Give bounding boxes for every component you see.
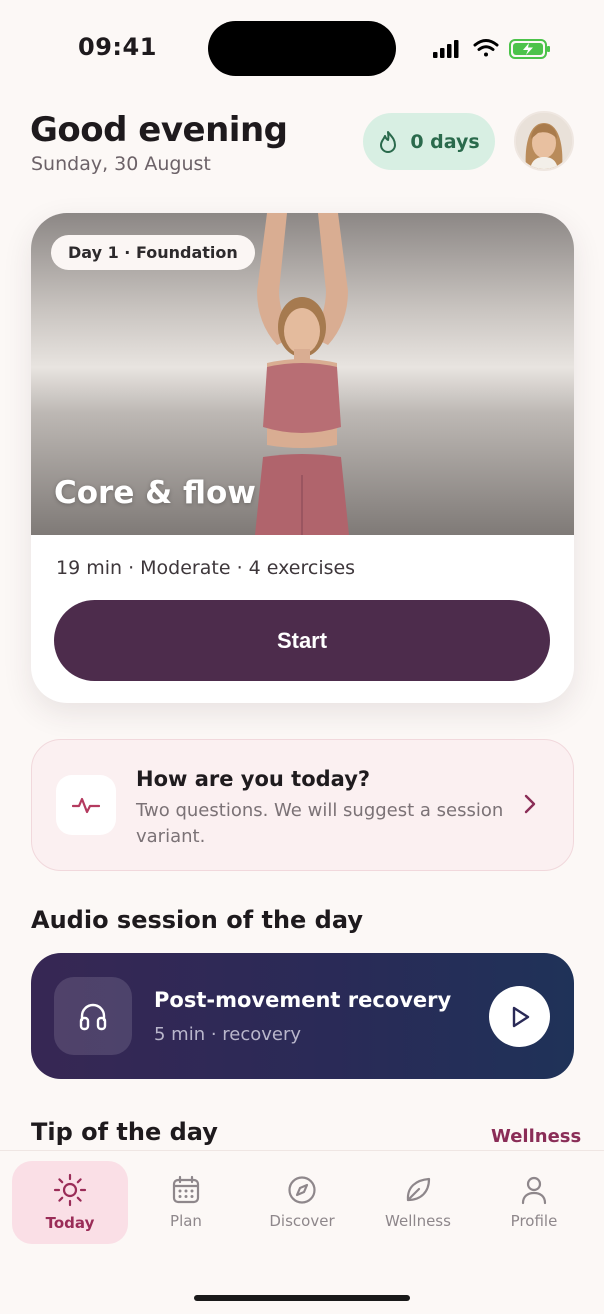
- calendar-icon: [172, 1175, 200, 1204]
- workout-card[interactable]: Day 1 · Foundation Core & flow 19 min · …: [31, 213, 574, 703]
- audio-title: Post-movement recovery: [154, 988, 452, 1012]
- status-time: 09:41: [78, 33, 157, 61]
- tab-label-profile: Profile: [510, 1212, 558, 1230]
- day-chip: Day 1 · Foundation: [51, 235, 255, 270]
- play-button[interactable]: [489, 986, 550, 1047]
- date-label: Sunday, 30 August: [31, 153, 211, 175]
- tip-section-title: Tip of the day: [31, 1118, 218, 1146]
- avatar-image: [516, 113, 572, 169]
- workout-meta: 19 min · Moderate · 4 exercises: [56, 557, 356, 579]
- compass-icon: [288, 1176, 316, 1204]
- home-indicator: [194, 1295, 410, 1301]
- audio-section-title: Audio session of the day: [31, 906, 363, 934]
- checkin-title: How are you today?: [136, 767, 371, 791]
- tab-label-wellness: Wellness: [385, 1212, 451, 1230]
- tip-category-link[interactable]: Wellness: [491, 1126, 581, 1147]
- audio-meta: 5 min · recovery: [154, 1024, 302, 1045]
- tab-label-today: Today: [45, 1214, 95, 1232]
- streak-count: 0 days: [410, 130, 480, 153]
- play-icon: [512, 1006, 529, 1027]
- status-icons: [433, 39, 550, 59]
- tab-label-plan: Plan: [170, 1212, 202, 1230]
- workout-title: Core & flow: [54, 475, 256, 511]
- wifi-icon: [473, 39, 499, 57]
- tab-bar: Today Plan Discover Wellness Profile: [0, 1150, 604, 1314]
- tab-discover[interactable]: Discover: [244, 1161, 360, 1244]
- dynamic-island: [208, 21, 396, 76]
- flame-icon: [380, 130, 397, 153]
- workout-image: Day 1 · Foundation Core & flow: [31, 213, 574, 535]
- start-button[interactable]: Start: [54, 600, 550, 681]
- streak-badge[interactable]: 0 days: [363, 113, 495, 170]
- checkin-icon-box: [56, 775, 116, 835]
- checkin-card[interactable]: How are you today? Two questions. We wil…: [31, 739, 574, 871]
- chevron-right-icon: [524, 794, 536, 814]
- tab-today[interactable]: Today: [12, 1161, 128, 1244]
- person-icon: [521, 1176, 547, 1205]
- checkin-subtitle: Two questions. We will suggest a session…: [136, 800, 504, 847]
- signal-icon: [433, 40, 459, 58]
- tab-plan[interactable]: Plan: [128, 1161, 244, 1244]
- tab-wellness[interactable]: Wellness: [360, 1161, 476, 1244]
- avatar[interactable]: [514, 111, 574, 171]
- tab-label-discover: Discover: [269, 1212, 335, 1230]
- headphones-icon: [79, 1003, 107, 1031]
- audio-icon-box: [54, 977, 132, 1055]
- battery-icon: [509, 39, 550, 59]
- tab-profile[interactable]: Profile: [476, 1161, 592, 1244]
- audio-card[interactable]: Post-movement recovery 5 min · recovery: [31, 953, 574, 1079]
- leaf-icon: [406, 1177, 431, 1202]
- sun-icon: [53, 1173, 87, 1207]
- pulse-icon: [72, 797, 100, 814]
- greeting-title: Good evening: [30, 110, 288, 150]
